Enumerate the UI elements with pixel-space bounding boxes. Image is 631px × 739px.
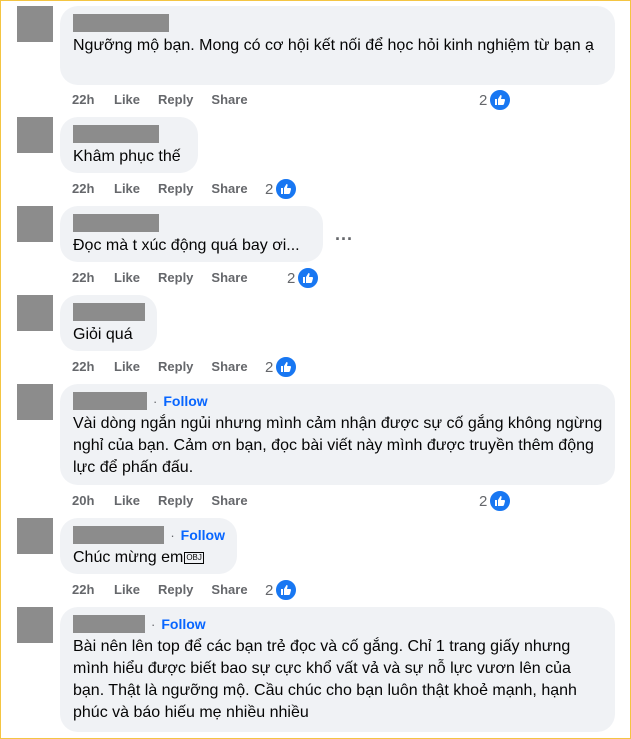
share-button[interactable]: Share: [211, 270, 247, 285]
comment-text: Giỏi quá: [73, 326, 133, 343]
author-row: [73, 125, 186, 143]
thumbs-up-icon: [489, 490, 512, 512]
reaction-number: 2: [479, 91, 488, 109]
avatar[interactable]: [17, 6, 53, 42]
thumbs-up-icon: [275, 579, 298, 601]
comment-actions: 22h Like Reply Share: [72, 92, 266, 107]
share-button[interactable]: Share: [211, 181, 247, 196]
reply-button[interactable]: Reply: [158, 582, 193, 597]
thumbs-up-icon: [297, 267, 320, 289]
share-button[interactable]: Share: [211, 92, 247, 107]
share-button[interactable]: Share: [211, 582, 247, 597]
comment-bubble: Đọc mà t xúc động quá bay ơi...: [60, 206, 323, 262]
like-button[interactable]: Like: [114, 270, 140, 285]
follow-button[interactable]: Follow: [181, 527, 225, 543]
comment-bubble: · Follow Vài dòng ngắn ngủi nhưng mình c…: [60, 384, 615, 485]
comment-text: Chúc mừng em: [73, 549, 184, 566]
like-button[interactable]: Like: [114, 493, 140, 508]
author-row: [73, 14, 603, 32]
reaction-number: 2: [287, 269, 296, 287]
like-button[interactable]: Like: [114, 582, 140, 597]
reaction-count[interactable]: 2: [265, 178, 298, 200]
like-button[interactable]: Like: [114, 359, 140, 374]
comment-bubble: · Follow Bài nên lên top để các bạn trẻ …: [60, 607, 615, 732]
reply-button[interactable]: Reply: [158, 493, 193, 508]
comment-text-row: Chúc mừng em OBJ: [73, 547, 225, 569]
author-row: · Follow: [73, 392, 603, 410]
comment-bubble: Khâm phục thế: [60, 117, 198, 173]
reaction-count[interactable]: 2: [287, 267, 320, 289]
like-button[interactable]: Like: [114, 181, 140, 196]
comment-bubble: Giỏi quá: [60, 295, 157, 351]
comment-time[interactable]: 22h: [72, 359, 114, 374]
share-button[interactable]: Share: [211, 493, 247, 508]
author-name-redacted[interactable]: [73, 615, 145, 633]
comment-actions: 22h Like Reply Share: [72, 582, 266, 597]
reaction-count[interactable]: 2: [479, 89, 512, 111]
comment-time[interactable]: 22h: [72, 582, 114, 597]
comment-actions: 22h Like Reply Share: [72, 270, 266, 285]
author-name-redacted[interactable]: [73, 303, 145, 321]
avatar[interactable]: [17, 206, 53, 242]
author-name-redacted[interactable]: [73, 526, 165, 544]
thumbs-up-icon: [275, 178, 298, 200]
comment-time[interactable]: 22h: [72, 92, 114, 107]
author-row: [73, 303, 145, 321]
like-button[interactable]: Like: [114, 92, 140, 107]
comment-bubble: Ngưỡng mộ bạn. Mong có cơ hội kết nối để…: [60, 6, 615, 85]
follow-button[interactable]: Follow: [163, 393, 207, 409]
comment-time[interactable]: 22h: [72, 181, 114, 196]
reply-button[interactable]: Reply: [158, 270, 193, 285]
comment-time[interactable]: 22h: [72, 270, 114, 285]
comment-text: Khâm phục thế: [73, 148, 181, 165]
avatar[interactable]: [17, 295, 53, 331]
reaction-count[interactable]: 2: [265, 356, 298, 378]
comment-text: Đọc mà t xúc động quá bay ơi...: [73, 237, 300, 254]
comment-text: Bài nên lên top để các bạn trẻ đọc và cố…: [73, 638, 577, 721]
reply-button[interactable]: Reply: [158, 359, 193, 374]
author-name-redacted[interactable]: [73, 214, 159, 232]
thumbs-up-icon: [489, 89, 512, 111]
object-placeholder-badge: OBJ: [184, 551, 204, 564]
avatar[interactable]: [17, 384, 53, 420]
reaction-count[interactable]: 2: [479, 490, 512, 512]
separator-dot: ·: [153, 393, 158, 409]
comment-actions: 22h Like Reply Share: [72, 359, 266, 374]
thumbs-up-icon: [275, 356, 298, 378]
reaction-number: 2: [265, 180, 274, 198]
author-row: [73, 214, 311, 232]
author-name-redacted[interactable]: [73, 14, 169, 32]
comment-actions: 20h Like Reply Share: [72, 493, 266, 508]
author-row: · Follow: [73, 526, 225, 544]
avatar[interactable]: [17, 607, 53, 643]
comment-text: Ngưỡng mộ bạn. Mong có cơ hội kết nối để…: [73, 37, 594, 54]
reaction-count[interactable]: 2: [265, 579, 298, 601]
comment-text: Vài dòng ngắn ngủi nhưng mình cảm nhận đ…: [73, 415, 603, 476]
reply-button[interactable]: Reply: [158, 181, 193, 196]
author-name-redacted[interactable]: [73, 125, 159, 143]
reply-button[interactable]: Reply: [158, 92, 193, 107]
share-button[interactable]: Share: [211, 359, 247, 374]
follow-button[interactable]: Follow: [161, 616, 205, 632]
author-row: · Follow: [73, 615, 603, 633]
avatar[interactable]: [17, 518, 53, 554]
comment-time[interactable]: 20h: [72, 493, 114, 508]
reaction-number: 2: [265, 581, 274, 599]
more-options-icon[interactable]: ...: [335, 224, 353, 245]
author-name-redacted[interactable]: [73, 392, 147, 410]
reaction-number: 2: [265, 358, 274, 376]
comment-bubble: · Follow Chúc mừng em OBJ: [60, 518, 237, 574]
reaction-number: 2: [479, 492, 488, 510]
comment-actions: 22h Like Reply Share: [72, 181, 266, 196]
avatar[interactable]: [17, 117, 53, 153]
separator-dot: ·: [170, 527, 175, 543]
separator-dot: ·: [151, 616, 156, 632]
